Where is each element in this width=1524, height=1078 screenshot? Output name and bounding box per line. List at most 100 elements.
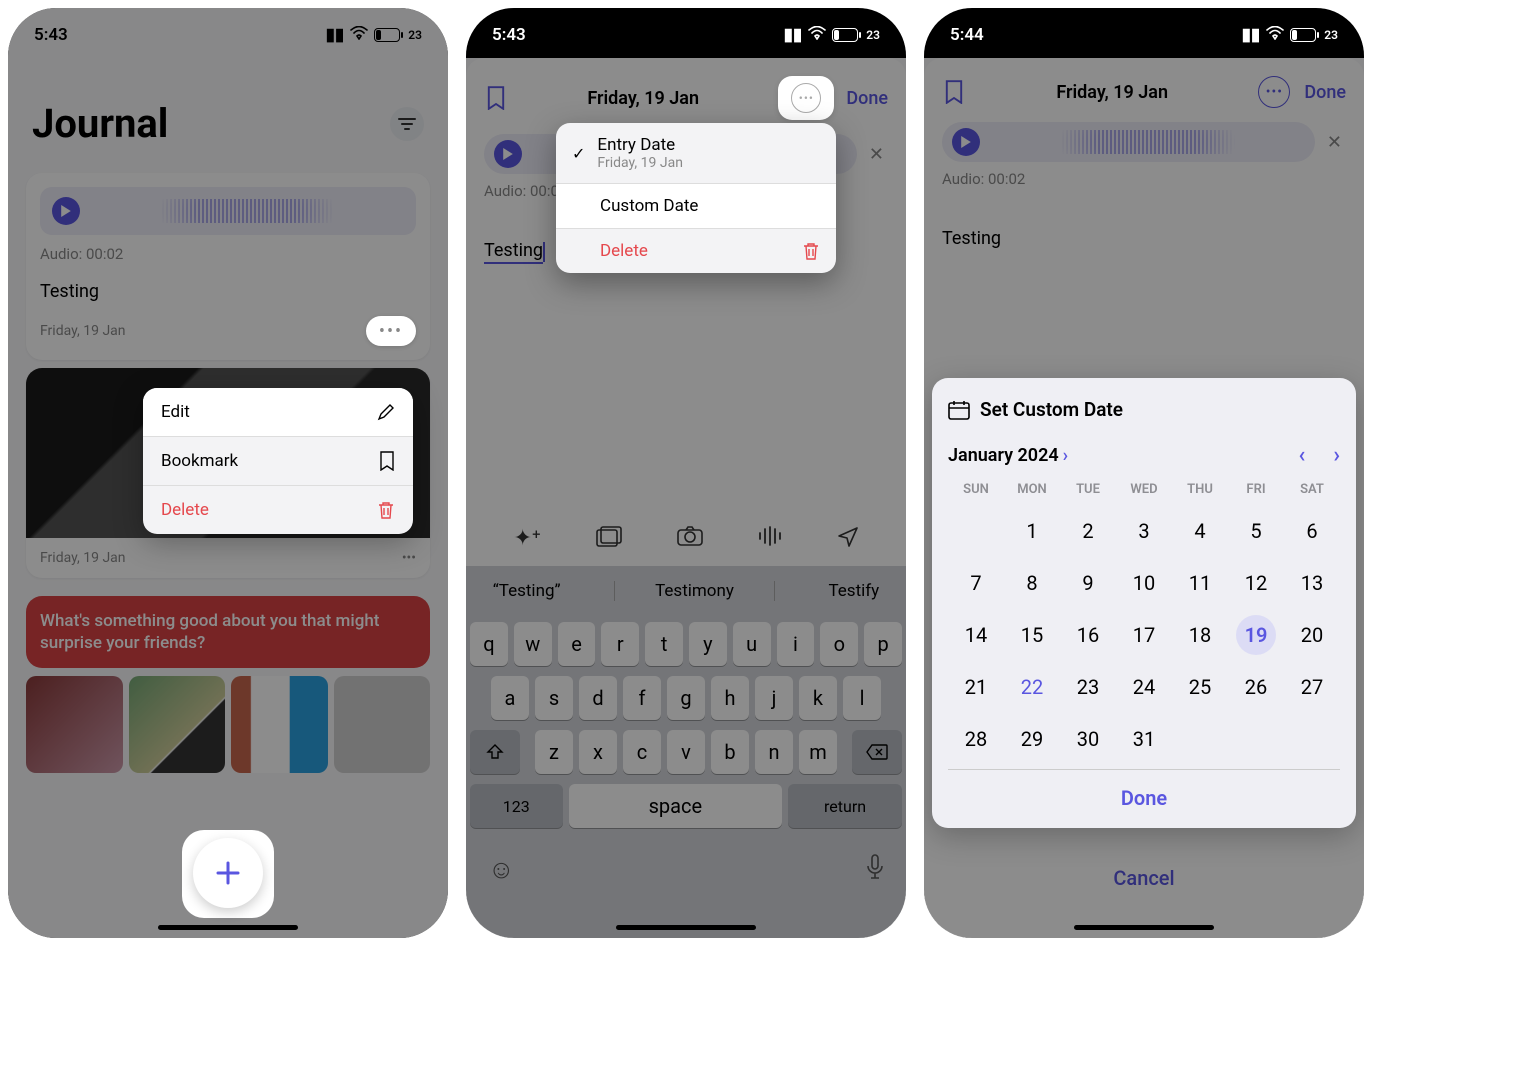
audio-icon[interactable] <box>758 526 782 554</box>
play-button[interactable] <box>52 197 80 225</box>
key-f[interactable]: f <box>623 676 661 720</box>
entry-more-button[interactable]: ••• <box>402 550 416 566</box>
entry-more-button[interactable]: ••• <box>366 316 416 346</box>
entry-text-input[interactable]: Testing <box>484 240 543 264</box>
calendar-day[interactable]: 17 <box>1116 613 1172 657</box>
calendar-day[interactable]: 24 <box>1116 665 1172 709</box>
calendar-day[interactable]: 3 <box>1116 509 1172 553</box>
remove-audio-button[interactable]: ✕ <box>865 140 888 169</box>
key-b[interactable]: b <box>711 730 749 774</box>
calendar-day[interactable]: 5 <box>1228 509 1284 553</box>
keyboard[interactable]: “Testing” Testimony Testify qwertyuiop a… <box>466 566 906 938</box>
menu-item-entry-date[interactable]: ✓ Entry Date Friday, 19 Jan <box>556 123 836 184</box>
photo-thumbnail[interactable] <box>231 676 328 773</box>
menu-item-bookmark[interactable]: Bookmark <box>143 437 413 486</box>
calendar-day[interactable]: 8 <box>1004 561 1060 605</box>
new-entry-button[interactable] <box>193 838 263 908</box>
month-picker-button[interactable]: January 2024 › <box>948 445 1068 466</box>
calendar-day[interactable]: 4 <box>1172 509 1228 553</box>
calendar-day[interactable]: 23 <box>1060 665 1116 709</box>
key-n[interactable]: n <box>755 730 793 774</box>
return-key[interactable]: return <box>788 784 902 828</box>
suggestion[interactable]: “Testing” <box>493 581 561 601</box>
key-a[interactable]: a <box>491 676 529 720</box>
calendar-day[interactable]: 12 <box>1228 561 1284 605</box>
magic-icon[interactable]: ✦⁺ <box>513 526 540 554</box>
calendar-day[interactable]: 30 <box>1060 717 1116 761</box>
bookmark-icon[interactable] <box>942 80 966 104</box>
suggestion[interactable]: Testimony <box>614 581 775 601</box>
key-j[interactable]: j <box>755 676 793 720</box>
key-i[interactable]: i <box>777 622 815 666</box>
key-y[interactable]: y <box>689 622 727 666</box>
suggestion[interactable]: Testify <box>828 581 879 601</box>
gallery-icon[interactable] <box>596 526 622 554</box>
key-o[interactable]: o <box>820 622 858 666</box>
play-button[interactable] <box>952 128 980 156</box>
key-t[interactable]: t <box>645 622 683 666</box>
audio-clip[interactable] <box>40 187 416 235</box>
calendar-day[interactable]: 2 <box>1060 509 1116 553</box>
key-r[interactable]: r <box>601 622 639 666</box>
play-button[interactable] <box>494 140 522 168</box>
filter-button[interactable] <box>390 107 424 141</box>
done-button[interactable]: Done <box>846 88 888 109</box>
home-indicator[interactable] <box>158 925 298 930</box>
calendar-day[interactable]: 9 <box>1060 561 1116 605</box>
key-v[interactable]: v <box>667 730 705 774</box>
calendar-day[interactable]: 13 <box>1284 561 1340 605</box>
calendar-day[interactable]: 29 <box>1004 717 1060 761</box>
bookmark-icon[interactable] <box>484 86 508 110</box>
calendar-day[interactable]: 10 <box>1116 561 1172 605</box>
calendar-day[interactable]: 7 <box>948 561 1004 605</box>
shift-key[interactable] <box>470 730 520 774</box>
key-d[interactable]: d <box>579 676 617 720</box>
home-indicator[interactable] <box>616 925 756 930</box>
calendar-day[interactable]: 26 <box>1228 665 1284 709</box>
calendar-day[interactable]: 21 <box>948 665 1004 709</box>
key-q[interactable]: q <box>470 622 508 666</box>
menu-item-custom-date[interactable]: Custom Date <box>556 184 836 229</box>
key-w[interactable]: w <box>514 622 552 666</box>
space-key[interactable]: space <box>569 784 783 828</box>
key-x[interactable]: x <box>579 730 617 774</box>
photo-thumbnail[interactable] <box>26 676 123 773</box>
key-c[interactable]: c <box>623 730 661 774</box>
header-more-button[interactable]: ••• <box>1258 76 1290 108</box>
photo-thumbnail[interactable] <box>129 676 226 773</box>
calendar-day[interactable]: 19 <box>1228 613 1284 657</box>
calendar-day[interactable]: 18 <box>1172 613 1228 657</box>
calendar-day[interactable]: 16 <box>1060 613 1116 657</box>
key-p[interactable]: p <box>864 622 902 666</box>
key-z[interactable]: z <box>535 730 573 774</box>
cancel-button[interactable]: Cancel <box>924 866 1364 890</box>
menu-item-edit[interactable]: Edit <box>143 388 413 437</box>
dictation-key[interactable] <box>866 854 884 887</box>
done-button[interactable]: Done <box>1304 82 1346 103</box>
key-u[interactable]: u <box>733 622 771 666</box>
journal-entry-card[interactable]: Audio: 00:02 Testing Friday, 19 Jan ••• <box>26 173 430 360</box>
key-k[interactable]: k <box>799 676 837 720</box>
calendar-day[interactable]: 6 <box>1284 509 1340 553</box>
emoji-key[interactable]: ☺ <box>488 854 515 887</box>
location-icon[interactable] <box>837 526 859 554</box>
calendar-day[interactable]: 11 <box>1172 561 1228 605</box>
audio-clip[interactable] <box>942 122 1315 162</box>
calendar-day[interactable]: 20 <box>1284 613 1340 657</box>
calendar-day[interactable]: 31 <box>1116 717 1172 761</box>
numbers-key[interactable]: 123 <box>470 784 563 828</box>
calendar-day[interactable]: 15 <box>1004 613 1060 657</box>
date-done-button[interactable]: Done <box>948 769 1340 814</box>
calendar-day[interactable]: 22 <box>1004 665 1060 709</box>
calendar-day[interactable]: 27 <box>1284 665 1340 709</box>
key-m[interactable]: m <box>799 730 837 774</box>
menu-item-delete[interactable]: Delete <box>556 229 836 273</box>
photo-thumbnail[interactable] <box>334 676 431 773</box>
next-month-button[interactable]: › <box>1333 443 1340 468</box>
prev-month-button[interactable]: ‹ <box>1299 443 1306 468</box>
key-g[interactable]: g <box>667 676 705 720</box>
key-e[interactable]: e <box>558 622 596 666</box>
camera-icon[interactable] <box>677 526 703 554</box>
header-more-button[interactable]: ••• <box>778 76 834 120</box>
remove-audio-button[interactable]: ✕ <box>1323 128 1346 157</box>
